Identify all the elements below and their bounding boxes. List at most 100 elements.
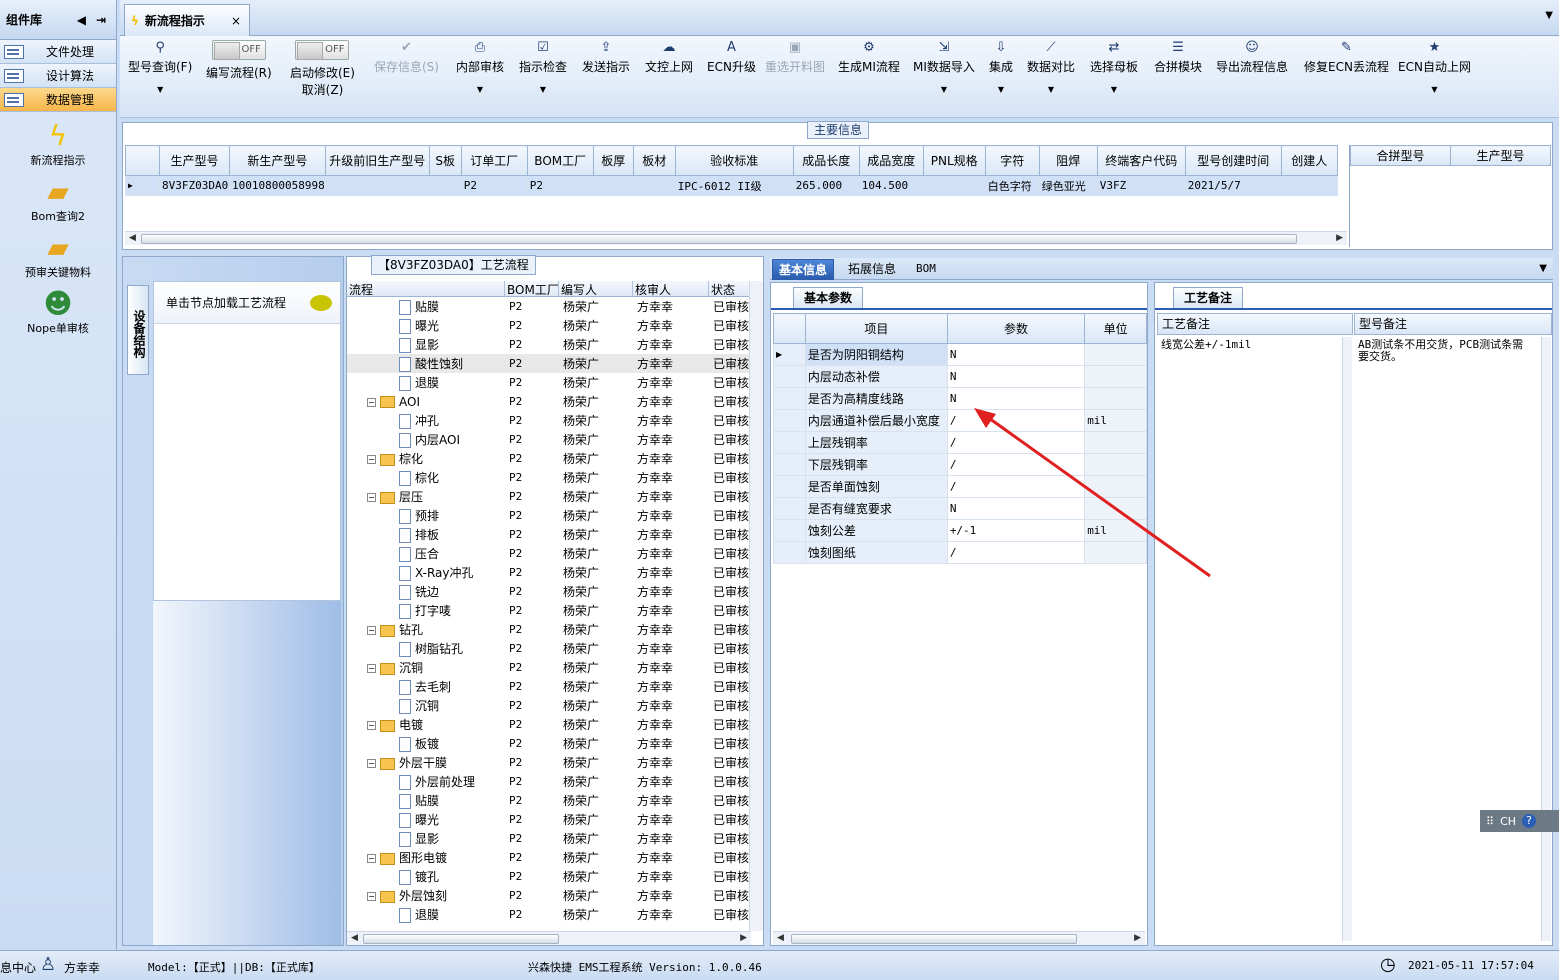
params-hscroll[interactable]: ◀ ▶ xyxy=(773,931,1145,945)
tree-row[interactable]: 显影 P2 杨荣广 方幸幸 已审核 xyxy=(347,335,751,354)
tree-row[interactable]: 压合 P2 杨荣广 方幸幸 已审核 xyxy=(347,544,751,563)
tree-row[interactable]: 镀孔 P2 杨荣广 方幸幸 已审核 xyxy=(347,867,751,886)
main-col-header[interactable]: 验收标准 xyxy=(674,145,794,176)
collapse-icon[interactable]: − xyxy=(367,455,376,464)
chevron-down-icon[interactable]: ▼ xyxy=(1539,263,1547,274)
main-info-cell[interactable]: V3FZ xyxy=(1097,175,1186,196)
tree-row[interactable]: 曝光 P2 杨荣广 方幸幸 已审核 xyxy=(347,316,751,335)
help-icon[interactable]: ? xyxy=(1522,814,1537,828)
edit-flow-toggle[interactable]: OFF xyxy=(211,40,266,60)
cancel-button[interactable]: 取消(Z) xyxy=(302,83,344,97)
tree-row[interactable]: 沉铜 P2 杨荣广 方幸幸 已审核 xyxy=(347,696,751,715)
main-col-header[interactable]: 升级前旧生产型号 xyxy=(324,145,430,176)
main-col-header[interactable]: 板厚 xyxy=(592,145,634,176)
scroll-thumb[interactable] xyxy=(141,234,1297,244)
tree-row[interactable]: 预排 P2 杨荣广 方幸幸 已审核 xyxy=(347,506,751,525)
instruction-check-button[interactable]: ☑ 指示检查 ▼ xyxy=(519,40,567,94)
param-row[interactable]: 上层残铜率 / xyxy=(773,431,1147,454)
collapse-icon[interactable]: − xyxy=(367,664,376,673)
model-remark-text[interactable]: AB测试条不用交货，PCB测试条需要交货。 xyxy=(1354,337,1538,365)
tab-basic-info[interactable]: 基本信息 xyxy=(772,259,835,280)
main-col-header[interactable]: S板 xyxy=(428,145,462,176)
tree-row[interactable]: 打字唛 P2 杨荣广 方幸幸 已审核 xyxy=(347,601,751,620)
scroll-left-icon[interactable]: ◀ xyxy=(351,933,358,943)
model-remark-vscroll[interactable] xyxy=(1541,337,1551,941)
scroll-left-icon[interactable]: ◀ xyxy=(777,933,784,943)
param-row[interactable]: 内层动态补偿 N xyxy=(773,365,1147,388)
process-remark-text[interactable]: 线宽公差+/-1mil xyxy=(1157,337,1341,353)
param-value[interactable]: / xyxy=(946,431,1086,454)
collapse-icon[interactable]: − xyxy=(367,892,376,901)
main-info-cell[interactable]: IPC-6012 II级 xyxy=(675,175,794,196)
main-info-cell[interactable]: 265.000 xyxy=(793,175,860,196)
main-info-cell[interactable]: 白色字符 xyxy=(985,175,1040,196)
repair-ecn-button[interactable]: ✎ 修复ECN丢流程 xyxy=(1304,40,1389,75)
main-info-cell[interactable] xyxy=(429,175,462,196)
tree-row[interactable]: − 外层蚀刻 P2 杨荣广 方幸幸 已审核 xyxy=(347,886,751,905)
sidebar-item-nope-review[interactable]: ☻ Nope单审核 xyxy=(0,288,116,336)
main-grid-hscroll[interactable]: ◀ ▶ xyxy=(125,231,1347,245)
process-remark-vscroll[interactable] xyxy=(1342,337,1352,941)
tab-bom[interactable]: BOM xyxy=(910,259,942,280)
status-info-center[interactable]: 息中心 xyxy=(0,959,36,976)
param-row[interactable]: 蚀刻图纸 / xyxy=(773,541,1147,564)
sign-in-icon[interactable]: ⇥ xyxy=(96,13,106,27)
sidebar-item-prereview[interactable]: ▰ 预审关键物料 xyxy=(0,232,116,280)
tree-row[interactable]: 铣边 P2 杨荣广 方幸幸 已审核 xyxy=(347,582,751,601)
tree-row[interactable]: 棕化 P2 杨荣广 方幸幸 已审核 xyxy=(347,468,751,487)
tree-row[interactable]: 冲孔 P2 杨荣广 方幸幸 已审核 xyxy=(347,411,751,430)
param-value[interactable]: N xyxy=(946,497,1086,520)
main-info-cell[interactable] xyxy=(923,175,986,196)
merge-module-button[interactable]: ☰ 合拼模块 xyxy=(1154,40,1202,75)
param-value[interactable]: +/-1 xyxy=(946,519,1086,542)
chevron-down-icon[interactable]: ▼ xyxy=(128,85,192,94)
param-value[interactable]: N xyxy=(946,365,1086,388)
basic-params-tab[interactable]: 基本参数 xyxy=(793,287,864,309)
tree-row[interactable]: 贴膜 P2 杨荣广 方幸幸 已审核 xyxy=(347,297,751,316)
tree-row[interactable]: − 钻孔 P2 杨荣广 方幸幸 已审核 xyxy=(347,620,751,639)
process-flow-hscroll[interactable]: ◀ ▶ xyxy=(347,931,751,945)
doc-upload-button[interactable]: ☁ 文控上网 xyxy=(645,40,693,75)
main-info-cell[interactable] xyxy=(1281,175,1338,196)
tree-row[interactable]: 退膜 P2 杨荣广 方幸幸 已审核 xyxy=(347,373,751,392)
param-row[interactable]: 下层残铜率 / xyxy=(773,453,1147,476)
main-col-header[interactable]: 成品长度 xyxy=(792,145,860,176)
collapse-icon[interactable]: − xyxy=(367,626,376,635)
collapse-icon[interactable]: − xyxy=(367,721,376,730)
collapse-icon[interactable]: − xyxy=(367,854,376,863)
main-col-header[interactable]: 订单工厂 xyxy=(460,145,528,176)
main-info-row[interactable]: ▶ 8V3FZ03DA0 10010800058998 P2 P2 IPC-6012 I… xyxy=(125,175,1338,196)
param-row[interactable]: 是否单面蚀刻 / xyxy=(773,475,1147,498)
main-col-header[interactable]: 新生产型号 xyxy=(229,145,326,176)
param-value[interactable]: / xyxy=(946,453,1086,476)
sidebar-category-data[interactable]: 数据管理 xyxy=(0,88,116,112)
integrate-button[interactable]: ⇩ 集成 ▼ xyxy=(989,40,1013,94)
process-note-tab[interactable]: 工艺备注 xyxy=(1173,287,1244,309)
tree-row[interactable]: 排板 P2 杨荣广 方幸幸 已审核 xyxy=(347,525,751,544)
tree-row[interactable]: 去毛刺 P2 杨荣广 方幸幸 已审核 xyxy=(347,677,751,696)
export-flow-button[interactable]: ☺ 导出流程信息 xyxy=(1216,40,1288,75)
main-info-cell[interactable]: P2 xyxy=(461,175,528,196)
chevron-down-icon[interactable]: ▼ xyxy=(1090,85,1138,94)
tab-extended-info[interactable]: 拓展信息 xyxy=(842,259,902,280)
main-info-cell[interactable]: P2 xyxy=(527,175,594,196)
tree-row[interactable]: − 棕化 P2 杨荣广 方幸幸 已审核 xyxy=(347,449,751,468)
tree-row[interactable]: − 电镀 P2 杨荣广 方幸幸 已审核 xyxy=(347,715,751,734)
main-info-cell[interactable]: 8V3FZ03DA0 xyxy=(159,175,230,196)
param-row[interactable]: ▶ 是否为阴阳铜结构 N xyxy=(773,343,1147,366)
main-info-cell[interactable] xyxy=(325,175,430,196)
tree-row[interactable]: − 层压 P2 杨荣广 方幸幸 已审核 xyxy=(347,487,751,506)
chevron-down-icon[interactable]: ▼ xyxy=(456,85,504,94)
sidebar-category-file[interactable]: 文件处理 xyxy=(0,40,116,64)
sidebar-item-new-flow[interactable]: ϟ 新流程指示 xyxy=(0,120,116,168)
collapse-left-icon[interactable]: ◀ xyxy=(77,13,86,27)
tree-row[interactable]: X-Ray冲孔 P2 杨荣广 方幸幸 已审核 xyxy=(347,563,751,582)
param-value[interactable]: / xyxy=(946,475,1086,498)
close-icon[interactable]: × xyxy=(231,14,241,28)
tree-row[interactable]: 板镀 P2 杨荣广 方幸幸 已审核 xyxy=(347,734,751,753)
scroll-right-icon[interactable]: ▶ xyxy=(1134,933,1141,943)
collapse-icon[interactable]: − xyxy=(367,397,376,407)
tab-new-flow[interactable]: ϟ 新流程指示 × xyxy=(124,4,250,36)
main-col-header[interactable]: 创建人 xyxy=(1280,145,1338,176)
query-button[interactable]: ⚲ 型号查询(F) ▼ xyxy=(128,40,192,94)
